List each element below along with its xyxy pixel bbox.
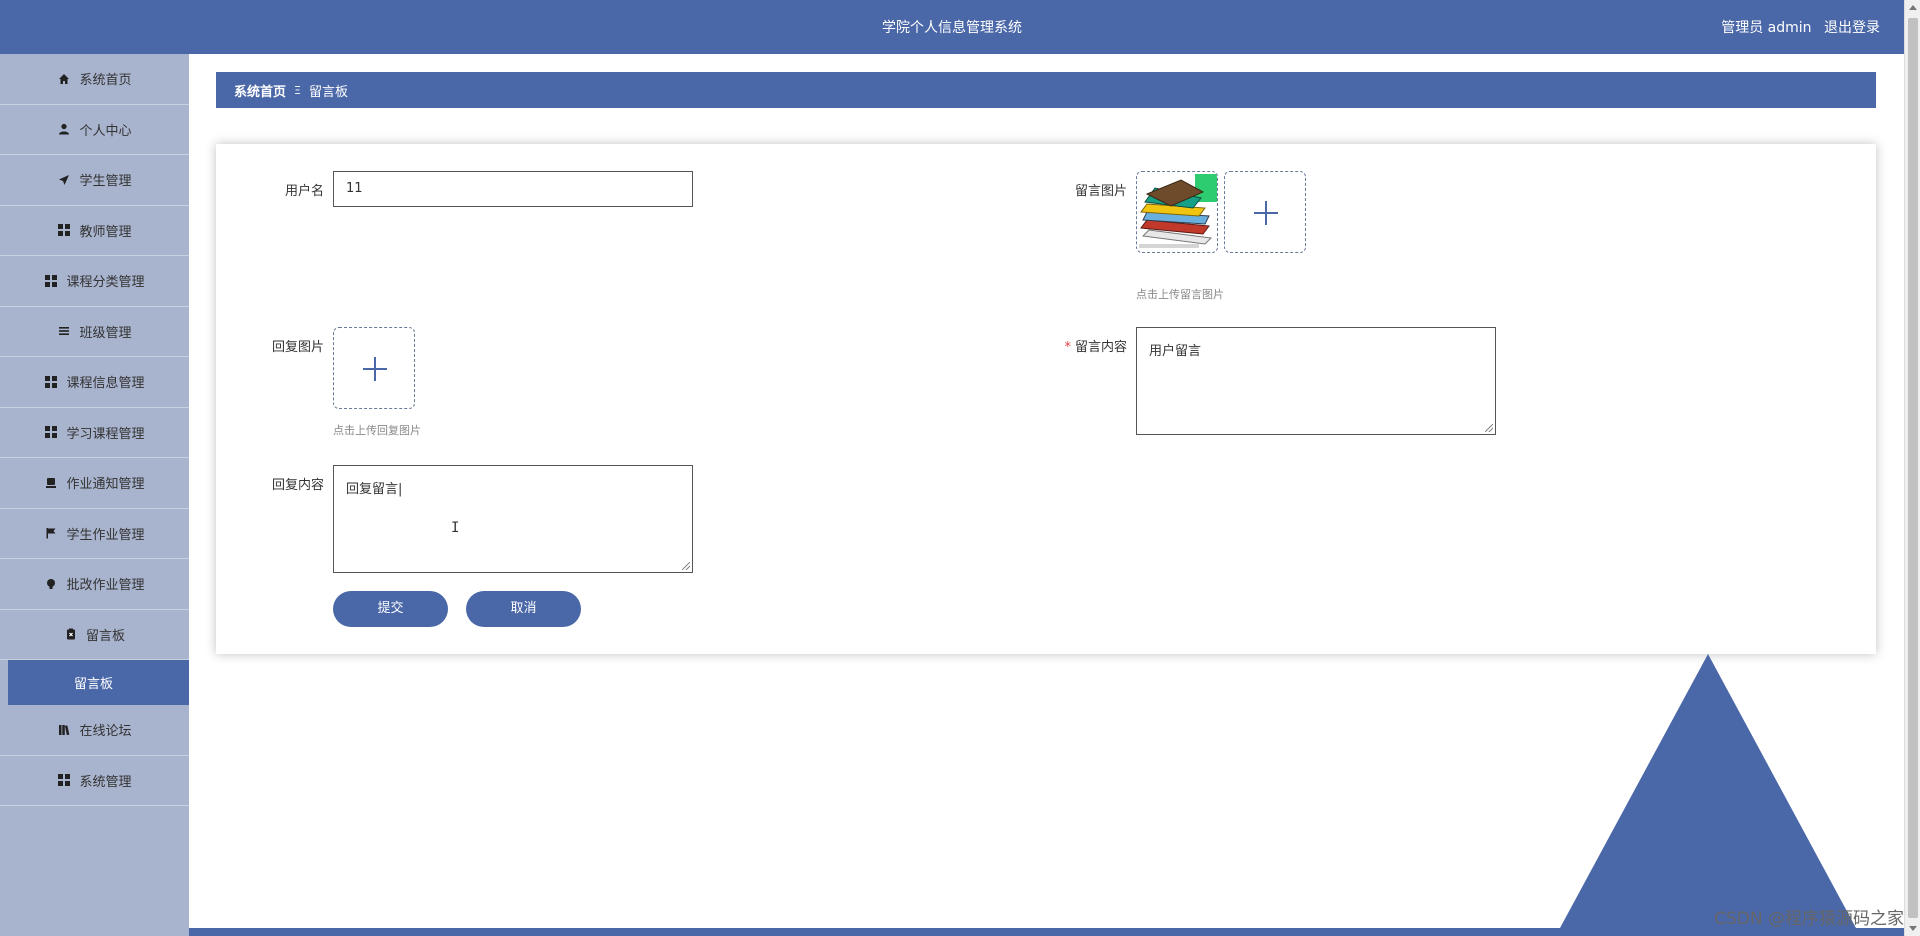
books-image (1139, 174, 1217, 248)
breadcrumb-current: 留言板 (308, 84, 348, 100)
resize-grip-icon[interactable] (682, 562, 690, 570)
reply-content-value: 回复留言| (346, 482, 403, 497)
book-icon (57, 723, 71, 737)
reply-content-textarea[interactable]: 回复留言| (333, 465, 693, 573)
message-content-label-text: 留言内容 (1074, 340, 1127, 355)
breadcrumb-separator: Ξ (294, 83, 301, 97)
sidebar: 系统首页 个人中心 学生管理 教师管理 课程分类管理 班级管理 课程信息管理 学… (0, 54, 189, 936)
message-content-textarea[interactable]: 用户留言 (1136, 327, 1496, 435)
sidebar-item-classes[interactable]: 班级管理 (0, 307, 189, 357)
sidebar-item-label: 班级管理 (79, 325, 132, 341)
plus-icon-vertical (1265, 201, 1267, 225)
scrollbar-thumb[interactable] (1908, 18, 1918, 918)
sidebar-item-label: 系统管理 (79, 774, 132, 790)
message-content-value: 用户留言 (1149, 344, 1202, 359)
sidebar-item-label: 学生管理 (79, 174, 132, 190)
plus-icon-vertical (374, 357, 376, 381)
clipboard-icon (64, 627, 78, 641)
breadcrumb-home[interactable]: 系统首页 (234, 81, 286, 100)
decorative-triangle (1560, 654, 1856, 928)
sidebar-item-label: 在线论坛 (79, 724, 132, 740)
logout-link[interactable]: 退出登录 (1824, 20, 1880, 36)
message-image-upload[interactable] (1224, 171, 1306, 253)
bulb-icon (44, 577, 58, 591)
text-cursor-icon: I (451, 520, 460, 536)
top-header: 学院个人信息管理系统 管理员 admin 退出登录 (0, 0, 1904, 54)
sidebar-item-home[interactable]: 系统首页 (0, 54, 189, 105)
reply-image-label: 回复图片 (271, 340, 324, 355)
grid-icon (44, 274, 58, 288)
resize-grip-icon[interactable] (1485, 424, 1493, 432)
reply-image-upload[interactable] (333, 327, 415, 409)
flag-icon (44, 526, 58, 540)
stamp-icon (44, 476, 58, 490)
grid-icon (57, 223, 71, 237)
username-label: 用户名 (284, 184, 324, 199)
breadcrumb: 系统首页 Ξ 留言板 (216, 72, 1876, 108)
sidebar-item-label: 课程分类管理 (66, 275, 145, 291)
form-panel: 用户名 11 留言图片 点击上传留言图片 回复图片 点击上传回复图片 * 留言内容… (216, 144, 1876, 654)
send-icon (57, 173, 71, 187)
sidebar-item-label: 教师管理 (79, 224, 132, 240)
sidebar-item-label: 批改作业管理 (66, 578, 145, 594)
sidebar-item-label: 学生作业管理 (66, 527, 145, 543)
admin-label: 管理员 admin (1721, 20, 1812, 36)
user-icon (57, 122, 71, 136)
sidebar-item-homework-notices[interactable]: 作业通知管理 (0, 458, 189, 509)
sidebar-item-course-info[interactable]: 课程信息管理 (0, 357, 189, 408)
reply-image-hint: 点击上传回复图片 (333, 424, 421, 437)
sidebar-subitem-label: 留言板 (74, 677, 114, 692)
message-content-label: * 留言内容 (1037, 336, 1127, 355)
sidebar-item-personal-center[interactable]: 个人中心 (0, 105, 189, 155)
list-icon (57, 324, 71, 338)
home-icon (57, 72, 71, 86)
sidebar-item-label: 课程信息管理 (66, 376, 145, 392)
sidebar-item-message-board[interactable]: 留言板 (0, 610, 189, 660)
sidebar-item-forum[interactable]: 在线论坛 (0, 705, 189, 756)
scroll-up-icon[interactable] (1909, 5, 1917, 10)
sidebar-item-student-homework[interactable]: 学生作业管理 (0, 509, 189, 559)
watermark: CSDN @程序猿源码之家 (1714, 909, 1904, 929)
grid-icon (44, 375, 58, 389)
required-asterisk: * (1064, 340, 1071, 355)
footer-strip (189, 928, 1904, 936)
app-title: 学院个人信息管理系统 (882, 20, 1022, 36)
reply-content-label: 回复内容 (271, 478, 324, 493)
grid-icon (57, 773, 71, 787)
message-image-thumbnail[interactable] (1136, 171, 1218, 253)
sidebar-item-label: 个人中心 (79, 123, 132, 139)
sidebar-item-system[interactable]: 系统管理 (0, 756, 189, 806)
sidebar-item-grade-homework[interactable]: 批改作业管理 (0, 559, 189, 610)
cancel-button[interactable]: 取消 (466, 591, 581, 627)
page-scrollbar[interactable] (1904, 0, 1920, 936)
sidebar-item-course-categories[interactable]: 课程分类管理 (0, 256, 189, 307)
user-area: 管理员 admin 退出登录 (1713, 17, 1880, 37)
sidebar-item-teachers[interactable]: 教师管理 (0, 206, 189, 256)
sidebar-item-label: 作业通知管理 (66, 477, 145, 493)
message-image-hint: 点击上传留言图片 (1136, 288, 1224, 301)
message-image-label: 留言图片 (1074, 184, 1127, 199)
submit-button[interactable]: 提交 (333, 591, 448, 627)
sidebar-item-label: 系统首页 (79, 73, 132, 89)
sidebar-item-students[interactable]: 学生管理 (0, 155, 189, 206)
sidebar-subitem-message-board[interactable]: 留言板 (8, 660, 189, 705)
sidebar-item-label: 学习课程管理 (66, 426, 145, 442)
username-input[interactable]: 11 (333, 171, 693, 207)
scroll-down-icon[interactable] (1909, 926, 1917, 931)
sidebar-item-label: 留言板 (85, 628, 125, 644)
sidebar-item-study-courses[interactable]: 学习课程管理 (0, 408, 189, 458)
grid-icon (44, 425, 58, 439)
